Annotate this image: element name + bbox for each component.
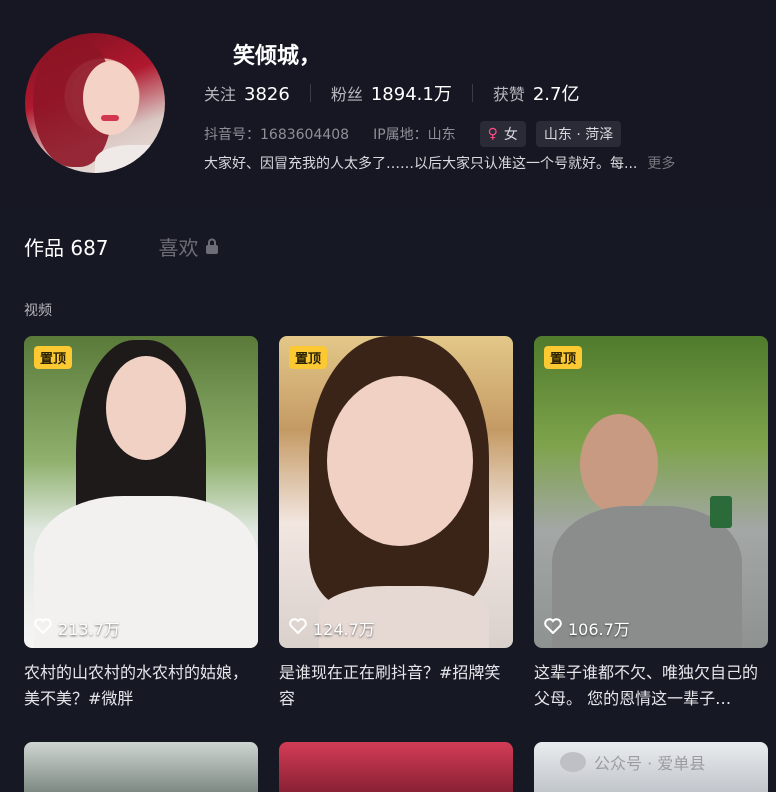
tab-works[interactable]: 作品 687 (24, 232, 109, 261)
stat-following[interactable]: 关注 3826 (204, 81, 290, 105)
video-likes-count: 106.7万 (568, 620, 630, 639)
video-thumbnail[interactable]: 置顶 106.7万 (534, 336, 768, 648)
video-likes: 106.7万 (544, 616, 630, 640)
bio-more-link[interactable]: 更多 (647, 153, 675, 173)
video-thumbnail[interactable]: 置顶 213.7万 (24, 336, 258, 648)
stat-label: 获赞 (492, 85, 525, 104)
video-likes-count: 213.7万 (58, 620, 120, 639)
profile-bio: 大家好、因冒充我的人太多了……以后大家只认准这一个号就好。每... 更多 (204, 153, 724, 173)
stat-value: 3826 (244, 84, 290, 105)
stat-likes-received: 获赞 2.7亿 (493, 80, 580, 106)
section-label-videos: 视频 (24, 303, 52, 319)
video-card[interactable]: 置顶 124.7万 是谁现在正在刷抖音？#招牌笑容 (279, 336, 513, 712)
ip-location: IP属地：山东 (373, 127, 456, 143)
douyin-id: 抖音号：1683604408 (204, 127, 350, 143)
video-likes: 213.7万 (34, 616, 120, 640)
video-thumbnail[interactable] (279, 742, 513, 792)
female-icon: ♀ (487, 126, 498, 142)
profile-meta: 抖音号：1683604408 IP属地：山东 ♀ 女 山东 · 菏泽 (204, 121, 631, 147)
heart-icon (34, 618, 52, 638)
stat-value: 2.7亿 (532, 84, 580, 105)
pinned-badge: 置顶 (544, 346, 583, 369)
divider (471, 84, 473, 102)
stat-label: 粉丝 (330, 85, 363, 104)
pinned-badge: 置顶 (289, 346, 328, 369)
heart-icon (544, 618, 562, 638)
divider (309, 84, 311, 102)
video-likes: 124.7万 (289, 616, 375, 640)
tab-likes-label: 喜欢 (158, 236, 199, 260)
video-card[interactable]: 置顶 213.7万 农村的山农村的水农村的姑娘，美不美？#微胖 (24, 336, 258, 712)
gender-tag-label: 女 (503, 127, 518, 143)
gender-tag: ♀ 女 (479, 121, 526, 147)
stat-followers[interactable]: 粉丝 1894.1万 (331, 80, 452, 106)
profile-name: 笑倾城， (233, 44, 322, 69)
avatar[interactable] (25, 33, 165, 173)
wechat-icon (560, 752, 586, 772)
video-caption[interactable]: 农村的山农村的水农村的姑娘，美不美？#微胖 (24, 660, 258, 712)
watermark-text: 公众号 · 爱单县 (594, 754, 706, 773)
profile-stats: 关注 3826 粉丝 1894.1万 获赞 2.7亿 (204, 80, 579, 106)
stat-label: 关注 (204, 85, 237, 104)
video-thumbnail[interactable] (24, 742, 258, 792)
video-caption[interactable]: 是谁现在正在刷抖音？#招牌笑容 (279, 660, 513, 712)
watermark: 公众号 · 爱单县 (560, 750, 705, 774)
pinned-badge: 置顶 (34, 346, 73, 369)
video-thumbnail[interactable]: 置顶 124.7万 (279, 336, 513, 648)
heart-icon (289, 618, 307, 638)
video-likes-count: 124.7万 (313, 620, 375, 639)
bio-text: 大家好、因冒充我的人太多了……以后大家只认准这一个号就好。每... (204, 156, 638, 172)
lock-icon (205, 235, 219, 259)
tab-likes[interactable]: 喜欢 (159, 232, 219, 261)
region-tag: 山东 · 菏泽 (535, 121, 622, 147)
video-caption[interactable]: 这辈子谁都不欠、唯独欠自己的父母。 您的恩情这一辈子… (534, 660, 768, 712)
video-card[interactable]: 置顶 106.7万 这辈子谁都不欠、唯独欠自己的父母。 您的恩情这一辈子… (534, 336, 768, 712)
stat-value: 1894.1万 (370, 84, 452, 105)
profile-tabs: 作品 687 喜欢 (24, 232, 219, 261)
